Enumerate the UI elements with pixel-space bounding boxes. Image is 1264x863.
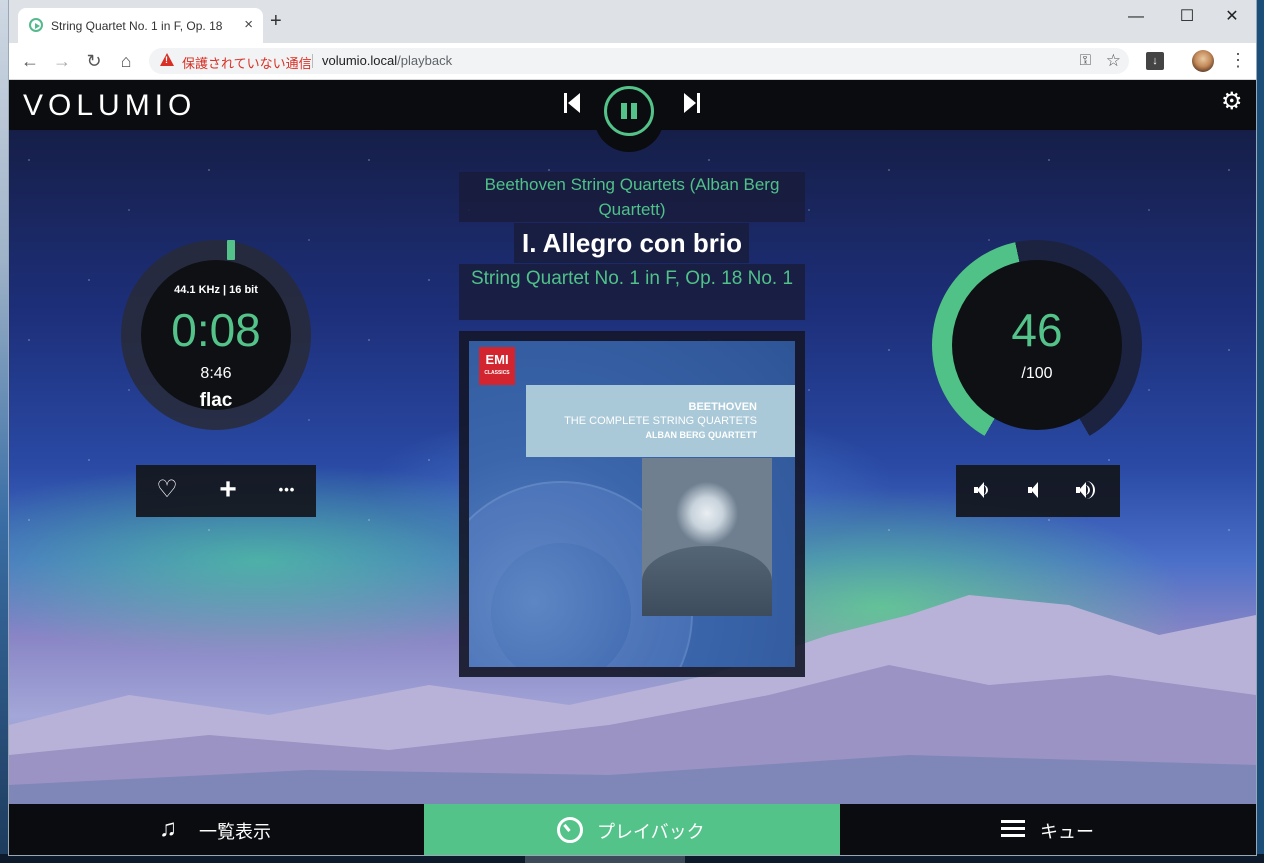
emi-logo-sub: CLASSICS	[484, 370, 510, 376]
security-status[interactable]: 保護されていない通信	[182, 53, 312, 72]
nav-queue-label: キュー	[1040, 822, 1094, 842]
next-track-button[interactable]	[684, 93, 702, 113]
tab-title: String Quartet No. 1 in F, Op. 18	[51, 19, 223, 33]
browser-window: String Quartet No. 1 in F, Op. 18 × + — …	[9, 0, 1256, 855]
url-text[interactable]: volumio.local/playback	[322, 53, 452, 68]
browser-toolbar: ← → ↻ ⌂ 保護されていない通信 volumio.local/playbac…	[9, 43, 1256, 80]
more-options-icon[interactable]: •••	[272, 475, 302, 505]
address-bar[interactable]: 保護されていない通信 volumio.local/playback ⚿ ☆	[149, 48, 1129, 74]
progress-indicator[interactable]	[227, 240, 235, 260]
browser-menu-icon[interactable]: ⋮	[1229, 48, 1247, 72]
back-button[interactable]: ←	[19, 50, 41, 72]
add-to-playlist-icon[interactable]: +	[213, 475, 243, 505]
desktop-background	[0, 0, 9, 863]
taskbar-button[interactable]	[525, 854, 685, 863]
track-duration: 8:46	[200, 365, 232, 382]
new-tab-button[interactable]: +	[270, 11, 282, 31]
bookmark-star-icon[interactable]: ☆	[1106, 51, 1121, 71]
volume-down-wave	[982, 485, 988, 495]
previous-track-button[interactable]	[564, 93, 582, 113]
emi-logo: EMI CLASSICS	[479, 347, 515, 385]
art-line-3: ALBAN BERG QUARTETT	[645, 430, 758, 440]
reload-button[interactable]: ↻	[83, 50, 105, 72]
nav-browse-label: 一覧表示	[199, 822, 271, 842]
previous-icon	[564, 93, 567, 113]
divider	[312, 54, 313, 68]
emi-logo-text: EMI	[485, 352, 509, 367]
url-path: /playback	[397, 53, 453, 68]
close-window-button[interactable]: ✕	[1209, 4, 1255, 30]
volume-up-wave-2	[1086, 481, 1095, 499]
volumio-favicon-icon	[29, 18, 43, 32]
minimize-button[interactable]: —	[1113, 4, 1159, 30]
volumio-logo: VOLUMIO	[23, 89, 197, 122]
taskbar	[0, 854, 1264, 863]
download-extension-icon[interactable]: ↓	[1146, 52, 1164, 70]
nav-queue[interactable]: キュー	[840, 804, 1256, 855]
music-note-icon: ♫	[159, 815, 177, 842]
next-icon	[697, 93, 700, 113]
settings-gear-icon[interactable]: ⚙	[1221, 89, 1243, 115]
browser-titlebar: String Quartet No. 1 in F, Op. 18 × + — …	[9, 0, 1256, 43]
bottom-navigation: ♫ 一覧表示 プレイバック キュー	[9, 804, 1256, 855]
volume-controls	[956, 465, 1120, 517]
nav-playback-label: プレイバック	[597, 822, 705, 842]
album-name[interactable]: Beethoven String Quartets (Alban Berg Qu…	[459, 172, 805, 222]
favorite-heart-icon[interactable]: ♡	[152, 475, 182, 505]
art-line-2: THE COMPLETE STRING QUARTETS	[564, 415, 757, 427]
browser-tab[interactable]: String Quartet No. 1 in F, Op. 18 ×	[18, 8, 263, 43]
warning-icon[interactable]	[160, 53, 174, 66]
portrait-coat	[642, 546, 772, 616]
art-line-1: BEETHOVEN	[688, 401, 757, 413]
nav-browse[interactable]: ♫ 一覧表示	[9, 804, 424, 855]
sample-rate: 44.1 KHz | 16 bit	[174, 284, 258, 296]
volume-down-button[interactable]	[974, 465, 1004, 517]
next-icon-arrow	[684, 93, 696, 113]
track-actions: ♡ + •••	[136, 465, 316, 517]
track-title: I. Allegro con brio	[521, 228, 743, 258]
playback-clock-icon	[557, 817, 583, 843]
previous-icon-arrow	[568, 93, 580, 113]
url-host: volumio.local	[322, 53, 398, 68]
mute-icon	[1028, 482, 1038, 498]
volume-up-button[interactable]	[1076, 465, 1106, 517]
volume-value: 46	[1011, 304, 1063, 356]
elapsed-time: 0:08	[171, 304, 261, 356]
album-art: EMI CLASSICS BEETHOVEN THE COMPLETE STRIN…	[469, 341, 795, 667]
audio-format: flac	[199, 390, 233, 411]
profile-avatar[interactable]	[1192, 50, 1214, 72]
key-icon[interactable]: ⚿	[1080, 52, 1091, 69]
nav-playback[interactable]: プレイバック	[424, 804, 840, 855]
queue-list-icon	[1001, 820, 1025, 838]
home-button[interactable]: ⌂	[115, 50, 137, 72]
beethoven-portrait	[642, 458, 772, 616]
album-art-banner: BEETHOVEN THE COMPLETE STRING QUARTETS A…	[526, 385, 795, 457]
maximize-button[interactable]: ☐	[1164, 4, 1210, 30]
tab-close-icon[interactable]: ×	[244, 16, 253, 33]
volume-max: /100	[1021, 365, 1053, 382]
forward-button[interactable]: →	[51, 50, 73, 72]
pause-button[interactable]	[604, 86, 654, 136]
mute-button[interactable]	[1028, 465, 1052, 517]
volumio-app: VOLUMIO ⚙ 44.1 KHz | 16 bit 0:08 8:46 fl…	[9, 80, 1256, 855]
work-name[interactable]: String Quartet No. 1 in F, Op. 18 No. 1	[459, 265, 805, 293]
